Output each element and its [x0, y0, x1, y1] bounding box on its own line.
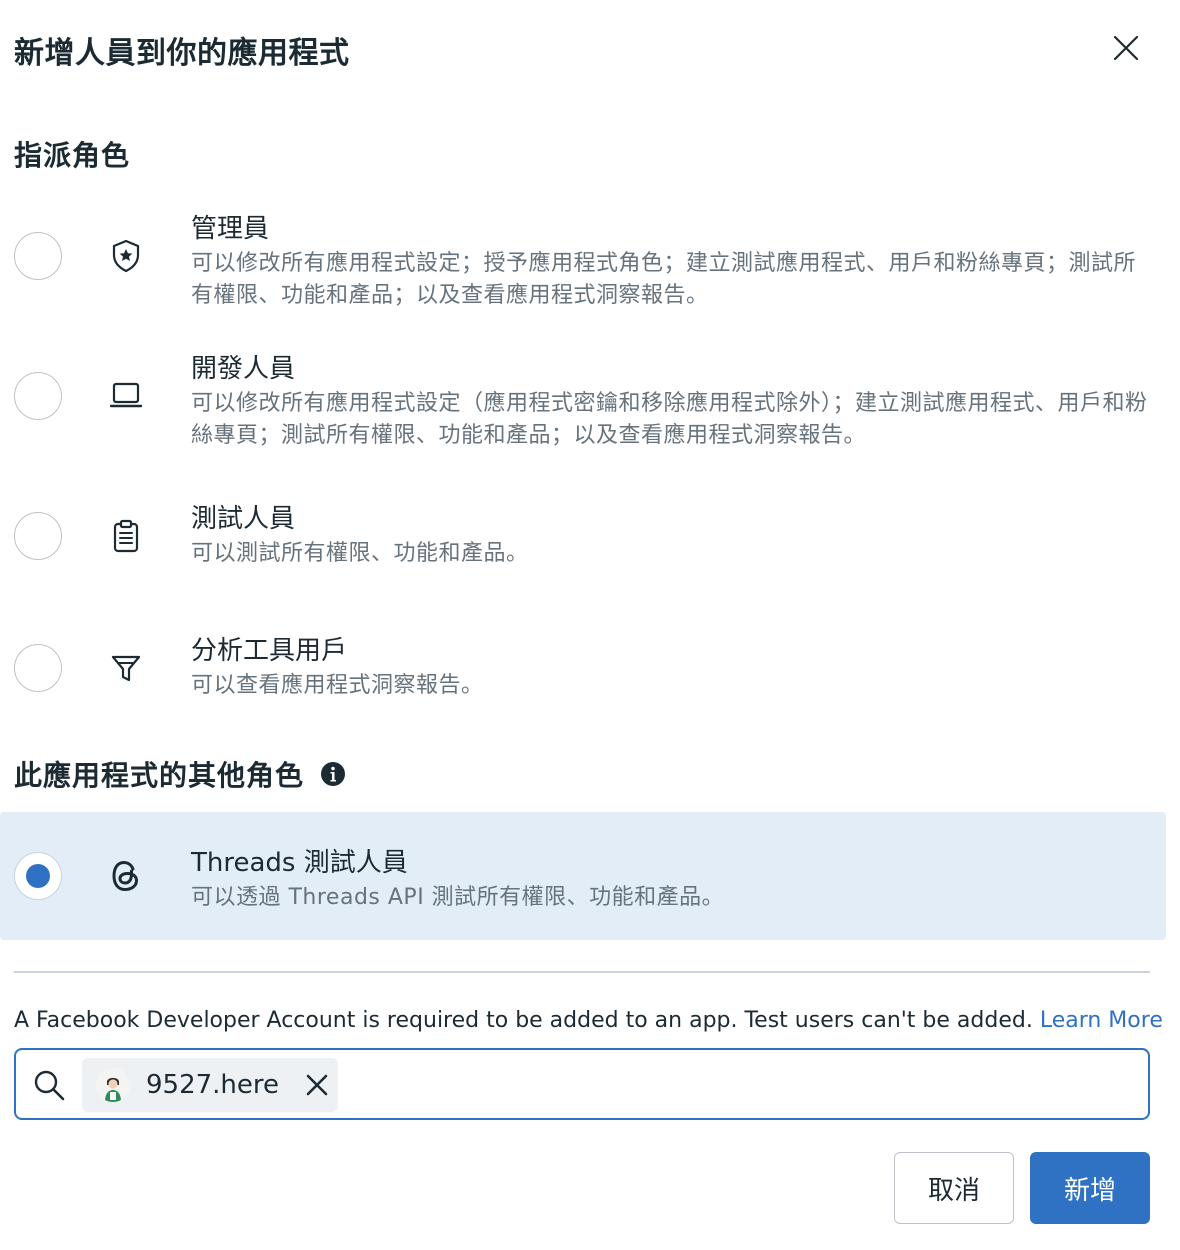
divider	[14, 971, 1150, 973]
radio-developer[interactable]	[14, 372, 62, 420]
role-description: 可以透過 Threads API 測試所有權限、功能和產品。	[191, 885, 725, 910]
radio-tester[interactable]	[14, 512, 62, 560]
developer-account-notice: A Facebook Developer Account is required…	[14, 1008, 1163, 1033]
dialog-title: 新增人員到你的應用程式	[14, 36, 350, 71]
other-roles-heading-label: 此應用程式的其他角色	[14, 759, 305, 792]
laptop-icon	[108, 378, 144, 414]
add-button[interactable]: 新增	[1030, 1152, 1150, 1224]
avatar	[96, 1068, 130, 1102]
role-name: 開發人員	[191, 354, 296, 384]
learn-more-link[interactable]: Learn More	[1040, 1008, 1163, 1033]
threads-icon	[108, 858, 144, 894]
assign-role-heading: 指派角色	[14, 139, 131, 172]
radio-analytics-user[interactable]	[14, 644, 62, 692]
funnel-icon	[108, 650, 144, 686]
people-search-field[interactable]: 9527.here	[14, 1048, 1150, 1120]
other-roles-heading: 此應用程式的其他角色	[14, 754, 346, 794]
role-description: 可以測試所有權限、功能和產品。	[191, 541, 529, 566]
role-description: 可以修改所有應用程式設定；授予應用程式角色；建立測試應用程式、用戶和粉絲專頁；測…	[191, 251, 1137, 308]
selected-person-chip[interactable]: 9527.here	[82, 1058, 338, 1112]
chip-label: 9527.here	[146, 1070, 280, 1100]
clipboard-icon	[108, 518, 144, 554]
role-option-admin[interactable]: 管理員 可以修改所有應用程式設定；授予應用程式角色；建立測試應用程式、用戶和粉絲…	[0, 205, 1166, 325]
shield-star-icon	[108, 238, 144, 274]
role-name: 測試人員	[191, 504, 296, 534]
notice-text: A Facebook Developer Account is required…	[14, 1008, 1033, 1033]
remove-chip-button[interactable]	[303, 1071, 331, 1099]
role-description: 可以修改所有應用程式設定（應用程式密鑰和移除應用程式除外）；建立測試應用程式、用…	[191, 391, 1148, 448]
role-description: 可以查看應用程式洞察報告。	[191, 673, 484, 698]
close-icon	[1113, 35, 1139, 61]
radio-threads-tester[interactable]	[14, 852, 62, 900]
role-option-tester[interactable]: 測試人員 可以測試所有權限、功能和產品。	[0, 500, 1166, 580]
radio-admin[interactable]	[14, 232, 62, 280]
role-name: 管理員	[191, 214, 270, 244]
close-button[interactable]	[1104, 26, 1148, 70]
role-option-threads-tester[interactable]: Threads 測試人員 可以透過 Threads API 測試所有權限、功能和…	[0, 812, 1166, 940]
cancel-button[interactable]: 取消	[894, 1152, 1014, 1224]
close-icon	[306, 1074, 328, 1096]
info-icon[interactable]	[320, 761, 346, 787]
role-name: Threads 測試人員	[191, 848, 408, 878]
role-option-analytics-user[interactable]: 分析工具用戶 可以查看應用程式洞察報告。	[0, 632, 1166, 712]
role-option-developer[interactable]: 開發人員 可以修改所有應用程式設定（應用程式密鑰和移除應用程式除外）；建立測試應…	[0, 345, 1166, 465]
search-icon	[32, 1068, 66, 1102]
role-name: 分析工具用戶	[191, 636, 348, 666]
radio-selected-dot	[26, 864, 50, 888]
